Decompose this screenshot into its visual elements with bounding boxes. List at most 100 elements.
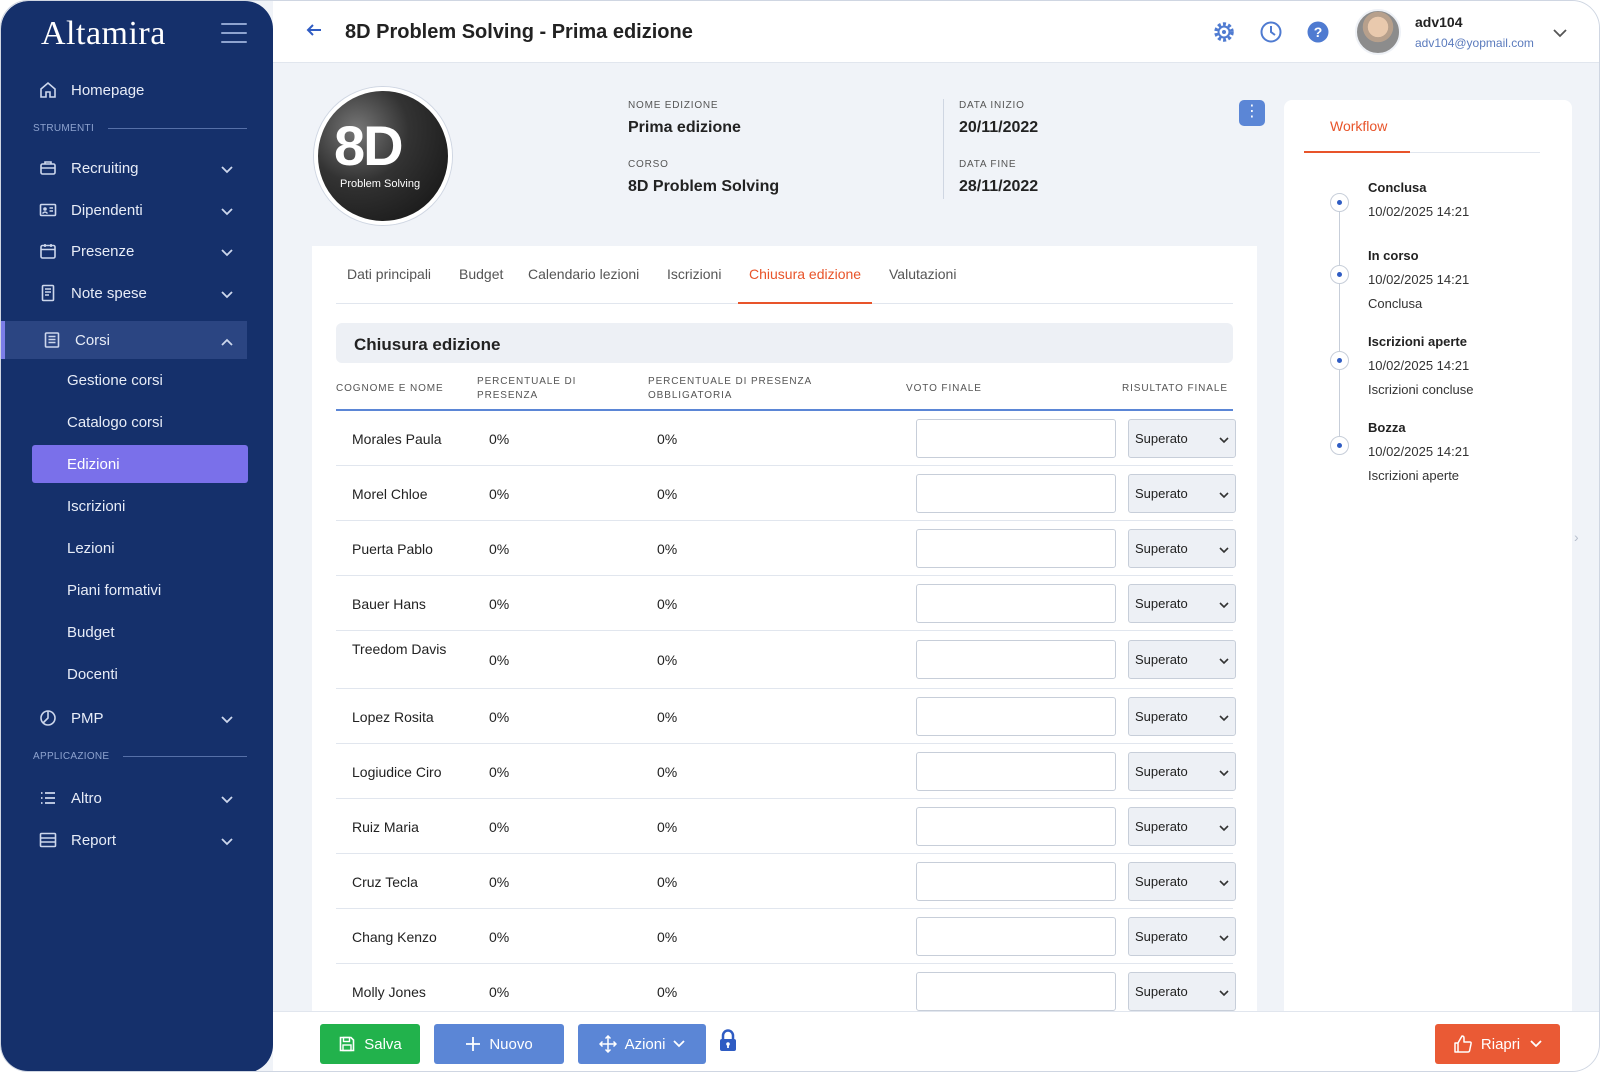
svg-text:?: ? — [1314, 24, 1323, 40]
final-grade-input[interactable] — [916, 474, 1116, 513]
sidebar-sub-edizioni[interactable]: Edizioni — [32, 445, 248, 483]
sidebar-sub-lezioni[interactable]: Lezioni — [67, 529, 115, 567]
tab-workflow[interactable]: Workflow — [1330, 118, 1387, 134]
final-result-select[interactable]: Superato — [1128, 474, 1236, 513]
edition-tabs: Dati principali Budget Calendario lezion… — [336, 246, 1233, 304]
final-grade-input[interactable] — [916, 529, 1116, 568]
lock-icon[interactable] — [719, 1029, 737, 1058]
sidebar-item-label: Report — [71, 831, 117, 849]
sidebar-item-pmp[interactable]: PMP — [33, 699, 247, 737]
final-result-select[interactable]: Superato — [1128, 752, 1236, 791]
final-result-select[interactable]: Superato — [1128, 584, 1236, 623]
column-header-presence: PERCENTUALE DI PRESENZA — [477, 375, 576, 403]
history-clock-icon[interactable] — [1258, 19, 1284, 45]
chevron-down-icon — [221, 203, 233, 220]
sidebar-item-altro[interactable]: Altro — [33, 779, 247, 817]
settings-gear-icon[interactable] — [1211, 19, 1237, 45]
presence-percentage: 0% — [489, 764, 510, 780]
chevron-down-icon — [1219, 597, 1229, 612]
sidebar-sub-budget[interactable]: Budget — [67, 613, 115, 651]
more-options-icon[interactable]: ⋮ — [1239, 100, 1265, 126]
sidebar-sub-iscrizioni[interactable]: Iscrizioni — [67, 487, 125, 525]
chevron-down-icon — [1219, 710, 1229, 725]
column-header-required-line1: PERCENTUALE DI PRESENZA — [648, 376, 813, 387]
pie-chart-icon — [37, 707, 59, 729]
chevron-down-icon — [1219, 820, 1229, 835]
actions-button[interactable]: Azioni — [578, 1024, 706, 1064]
chevron-down-icon — [1219, 875, 1229, 890]
final-grade-input[interactable] — [916, 584, 1116, 623]
table-row: Logiudice Ciro 0% 0% Superato — [336, 744, 1236, 799]
menu-toggle-icon[interactable] — [221, 23, 247, 43]
actions-button-label: Azioni — [624, 1035, 666, 1053]
tab-dati-principali[interactable]: Dati principali — [336, 246, 442, 304]
tab-budget[interactable]: Budget — [448, 246, 514, 304]
section-applicazione: APPLICAZIONE — [33, 751, 247, 762]
required-presence-percentage: 0% — [657, 874, 678, 890]
user-menu-chevron-icon[interactable] — [1553, 25, 1567, 43]
student-name: Puerta Pablo — [352, 541, 433, 557]
final-result-value: Superato — [1135, 652, 1188, 667]
student-name: Ruiz Maria — [352, 819, 419, 835]
tab-calendario-lezioni[interactable]: Calendario lezioni — [517, 246, 650, 304]
sidebar-sub-docenti[interactable]: Docenti — [67, 655, 118, 693]
final-result-select[interactable]: Superato — [1128, 807, 1236, 846]
final-grade-input[interactable] — [916, 640, 1116, 679]
sidebar-item-note-spese[interactable]: Note spese — [33, 274, 247, 312]
final-result-select[interactable]: Superato — [1128, 862, 1236, 901]
save-button[interactable]: Salva — [320, 1024, 420, 1064]
required-presence-percentage: 0% — [657, 541, 678, 557]
section-label-text: APPLICAZIONE — [33, 751, 110, 762]
corso-value: 8D Problem Solving — [628, 178, 780, 195]
calendar-icon — [37, 240, 59, 262]
save-button-label: Salva — [364, 1035, 402, 1053]
sidebar-item-homepage[interactable]: Homepage — [33, 71, 247, 109]
final-result-select[interactable]: Superato — [1128, 917, 1236, 956]
reopen-button-label: Riapri — [1480, 1035, 1521, 1053]
final-result-select[interactable]: Superato — [1128, 640, 1236, 679]
reopen-button[interactable]: Riapri — [1435, 1024, 1560, 1064]
tab-valutazioni[interactable]: Valutazioni — [878, 246, 967, 304]
data-fine-label: DATA FINE — [959, 159, 1017, 170]
final-grade-input[interactable] — [916, 972, 1116, 1011]
sidebar-item-report[interactable]: Report — [33, 821, 247, 859]
final-grade-input[interactable] — [916, 419, 1116, 458]
user-avatar[interactable] — [1355, 9, 1401, 55]
final-result-select[interactable]: Superato — [1128, 972, 1236, 1011]
final-grade-input[interactable] — [916, 862, 1116, 901]
final-grade-input[interactable] — [916, 917, 1116, 956]
student-name: Bauer Hans — [352, 596, 426, 612]
help-icon[interactable]: ? — [1305, 19, 1331, 45]
student-name: Morel Chloe — [352, 486, 428, 502]
sidebar-sub-catalogo-corsi[interactable]: Catalogo corsi — [67, 403, 163, 441]
id-card-icon — [37, 199, 59, 221]
sidebar-sub-piani-formativi[interactable]: Piani formativi — [67, 571, 161, 609]
final-result-value: Superato — [1135, 596, 1188, 611]
final-grade-input[interactable] — [916, 697, 1116, 736]
student-name: Molly Jones — [352, 984, 426, 1000]
new-button[interactable]: Nuovo — [434, 1024, 564, 1064]
tab-iscrizioni[interactable]: Iscrizioni — [656, 246, 732, 304]
final-grade-input[interactable] — [916, 752, 1116, 791]
chevron-down-icon — [1219, 985, 1229, 1000]
sidebar-item-corsi[interactable]: Corsi — [1, 321, 247, 359]
panel-collapse-chevron-icon[interactable]: › — [1574, 529, 1579, 545]
final-result-value: Superato — [1135, 431, 1188, 446]
chevron-down-icon — [221, 711, 233, 728]
sidebar-item-presenze[interactable]: Presenze — [33, 232, 247, 270]
final-grade-input[interactable] — [916, 807, 1116, 846]
user-email: adv104@yopmail.com — [1415, 36, 1534, 50]
final-result-select[interactable]: Superato — [1128, 529, 1236, 568]
final-result-select[interactable]: Superato — [1128, 419, 1236, 458]
final-result-value: Superato — [1135, 486, 1188, 501]
final-result-value: Superato — [1135, 764, 1188, 779]
required-presence-percentage: 0% — [657, 596, 678, 612]
new-button-label: Nuovo — [489, 1035, 533, 1053]
sidebar-item-recruiting[interactable]: Recruiting — [33, 149, 247, 187]
back-arrow-icon[interactable] — [305, 21, 323, 44]
data-fine-value: 28/11/2022 — [959, 178, 1039, 195]
final-result-select[interactable]: Superato — [1128, 697, 1236, 736]
tab-chiusura-edizione[interactable]: Chiusura edizione — [738, 246, 873, 304]
sidebar-item-dipendenti[interactable]: Dipendenti — [33, 191, 247, 229]
sidebar-sub-gestione-corsi[interactable]: Gestione corsi — [67, 361, 163, 399]
